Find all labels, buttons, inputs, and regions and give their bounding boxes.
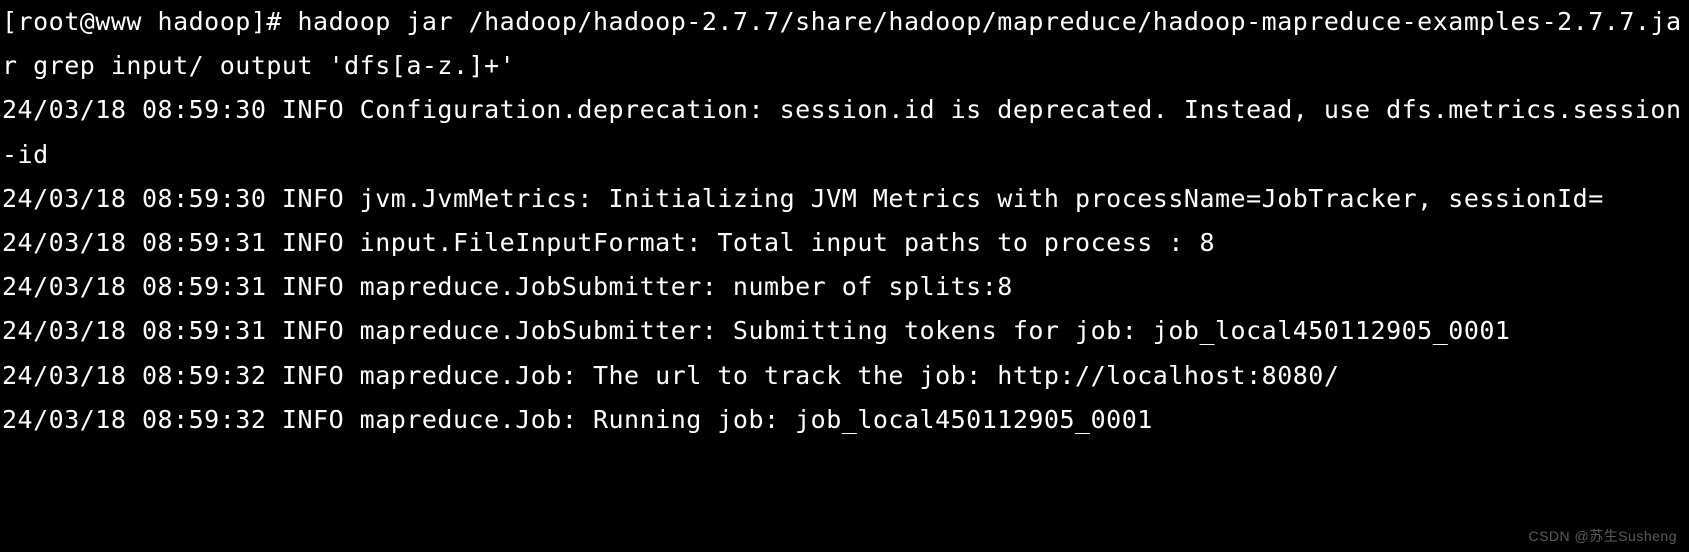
watermark-text: CSDN @苏生Susheng (1528, 526, 1677, 546)
log-line: 24/03/18 08:59:32 INFO mapreduce.Job: Ru… (2, 405, 1153, 434)
terminal-output[interactable]: [root@www hadoop]# hadoop jar /hadoop/ha… (0, 0, 1689, 442)
log-line: 24/03/18 08:59:31 INFO input.FileInputFo… (2, 228, 1215, 257)
log-line: 24/03/18 08:59:32 INFO mapreduce.Job: Th… (2, 361, 1339, 390)
log-line: 24/03/18 08:59:30 INFO jvm.JvmMetrics: I… (2, 184, 1604, 213)
log-line: 24/03/18 08:59:31 INFO mapreduce.JobSubm… (2, 272, 1013, 301)
log-line: 24/03/18 08:59:30 INFO Configuration.dep… (2, 95, 1682, 168)
log-line: 24/03/18 08:59:31 INFO mapreduce.JobSubm… (2, 316, 1510, 345)
shell-prompt: [root@www hadoop]# (2, 7, 297, 36)
